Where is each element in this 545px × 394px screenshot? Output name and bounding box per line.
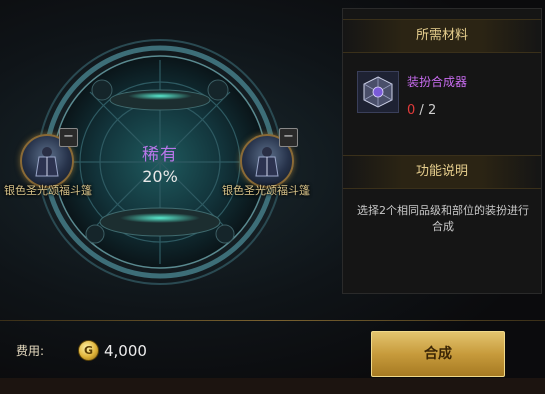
synthesis-preview-area: 稀有 20% − 银色圣光颂福斗篷 − 银色圣光颂福斗篷 — [0, 0, 340, 318]
cube-icon — [363, 76, 393, 108]
synthesis-window: 稀有 20% − 银色圣光颂福斗篷 − 银色圣光颂福斗篷 所需材料 装扮合成器 … — [0, 0, 545, 394]
fee-label: 费用: — [16, 344, 45, 358]
ingredient-slot-right[interactable]: − — [240, 128, 298, 188]
ingredient-name-left: 银色圣光颂福斗篷 — [4, 184, 92, 197]
ingredient-slot-left[interactable]: − — [20, 128, 78, 188]
function-header: 功能说明 — [343, 155, 541, 189]
cape-icon — [255, 147, 279, 177]
remove-right-button[interactable]: − — [279, 128, 298, 147]
function-description: 选择2个相同品级和部位的装扮进行合成 — [357, 204, 529, 233]
remove-left-button[interactable]: − — [59, 128, 78, 147]
gold-coin-icon: G — [78, 340, 99, 361]
cape-icon — [35, 147, 59, 177]
success-rate: 20% — [142, 167, 178, 186]
craft-button[interactable]: 合成 — [371, 331, 505, 377]
bottom-strip — [0, 378, 545, 394]
material-need: 2 — [427, 103, 437, 118]
rarity-label: 稀有 — [142, 145, 178, 165]
footer-divider — [0, 320, 545, 321]
info-panel: 所需材料 装扮合成器 0 / 2 功能说明 选择2个相同品级和部位的装扮进行合成 — [342, 8, 542, 294]
material-name: 装扮合成器 — [407, 75, 468, 89]
ingredient-name-right: 银色圣光颂福斗篷 — [222, 184, 310, 197]
material-item-icon[interactable] — [357, 71, 399, 113]
materials-header: 所需材料 — [343, 19, 541, 53]
material-count: 0 / 2 — [407, 103, 436, 118]
material-separator: / — [415, 103, 428, 118]
fee-value: 4,000 — [104, 342, 147, 360]
